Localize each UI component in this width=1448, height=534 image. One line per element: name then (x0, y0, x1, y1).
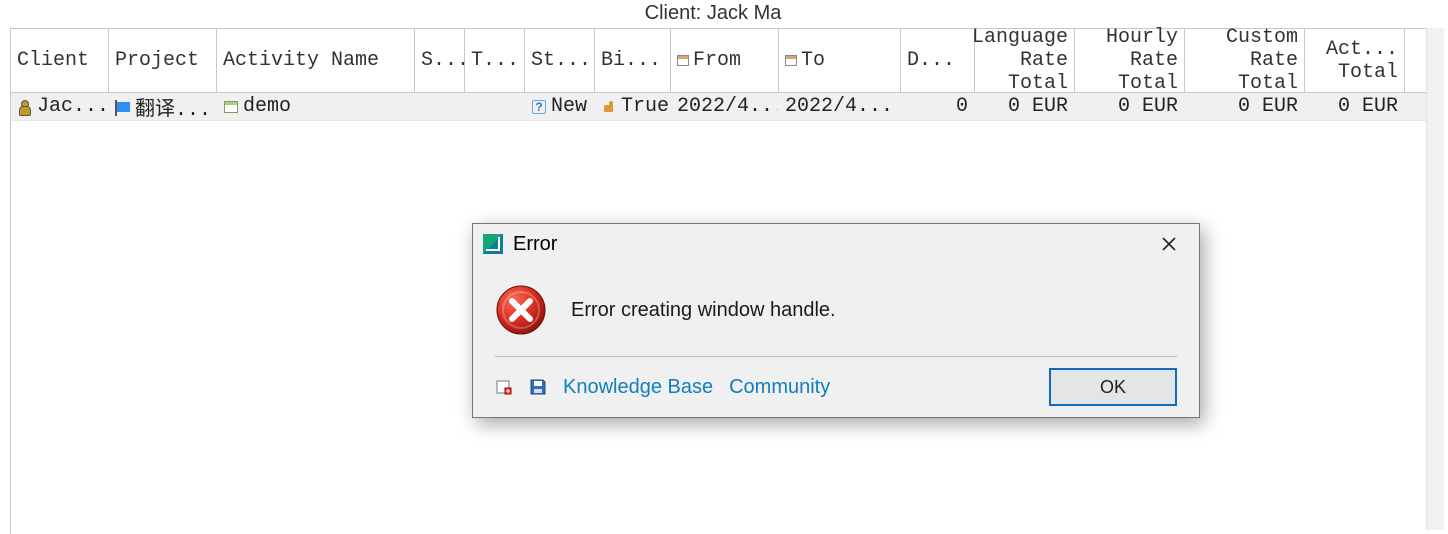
cell-project-text: 翻译... (135, 93, 211, 120)
col-s[interactable]: S... (415, 29, 465, 92)
col-t[interactable]: T... (465, 29, 525, 92)
cell-custom-total: 0 EUR (1185, 93, 1305, 120)
col-st[interactable]: St... (525, 29, 595, 92)
cell-d: 0 (901, 93, 975, 120)
col-to[interactable]: To (779, 29, 901, 92)
person-icon (17, 99, 33, 115)
cell-from: 2022/4... (671, 93, 779, 120)
cell-status-text: New (551, 95, 587, 118)
cell-act-total: 0 EUR (1305, 93, 1405, 120)
col-project[interactable]: Project (109, 29, 217, 92)
col-lang-total[interactable]: Language Rate Total (975, 29, 1075, 92)
col-hourly-total[interactable]: Hourly Rate Total (1075, 29, 1185, 92)
dialog-message: Error creating window handle. (571, 299, 836, 322)
knowledge-base-link[interactable]: Knowledge Base (563, 376, 713, 399)
save-error-icon[interactable] (529, 378, 547, 396)
cell-lang-total: 0 EUR (975, 93, 1075, 120)
cell-hourly-total: 0 EUR (1075, 93, 1185, 120)
cell-billable-text: True (621, 95, 669, 118)
col-custom-total[interactable]: Custom Rate Total (1185, 29, 1305, 92)
error-icon (495, 284, 547, 336)
col-act-total[interactable]: Act... Total (1305, 29, 1405, 92)
error-dialog: Error Error creating window handle. (472, 223, 1200, 418)
cell-activity: demo (217, 93, 415, 120)
col-activity[interactable]: Activity Name (217, 29, 415, 92)
app-icon (483, 234, 503, 254)
vertical-scrollbar[interactable] (1426, 28, 1444, 530)
col-from[interactable]: From (671, 29, 779, 92)
community-link[interactable]: Community (729, 376, 830, 399)
col-bi[interactable]: Bi... (595, 29, 671, 92)
thumbs-up-icon (601, 99, 617, 115)
col-d[interactable]: D... (901, 29, 975, 92)
activity-icon (223, 99, 239, 115)
cell-client-text: Jac... (37, 95, 109, 118)
calendar-icon (677, 55, 689, 66)
cell-billable: True (595, 93, 671, 120)
question-icon: ? (531, 99, 547, 115)
dialog-title: Error (513, 233, 1149, 256)
table-row[interactable]: Jac... 翻译... demo ?New True 2022/4... 20… (11, 93, 1426, 121)
cell-client: Jac... (11, 93, 109, 120)
dialog-titlebar[interactable]: Error (473, 224, 1199, 264)
close-icon (1162, 237, 1176, 251)
copy-error-icon[interactable] (495, 378, 513, 396)
flag-icon (115, 99, 131, 115)
cell-to: 2022/4... (779, 93, 901, 120)
col-to-label: To (801, 49, 825, 72)
col-from-label: From (693, 49, 741, 72)
ok-button[interactable]: OK (1049, 368, 1177, 406)
close-button[interactable] (1149, 229, 1189, 259)
cell-activity-text: demo (243, 95, 291, 118)
page-title: Client: Jack Ma (0, 2, 1426, 25)
calendar-icon (785, 55, 797, 66)
col-client[interactable]: Client (11, 29, 109, 92)
grid-header-row: Client Project Activity Name S... T... S… (11, 29, 1426, 93)
cell-t (465, 93, 525, 120)
cell-status: ?New (525, 93, 595, 120)
cell-project: 翻译... (109, 93, 217, 120)
cell-s (415, 93, 465, 120)
